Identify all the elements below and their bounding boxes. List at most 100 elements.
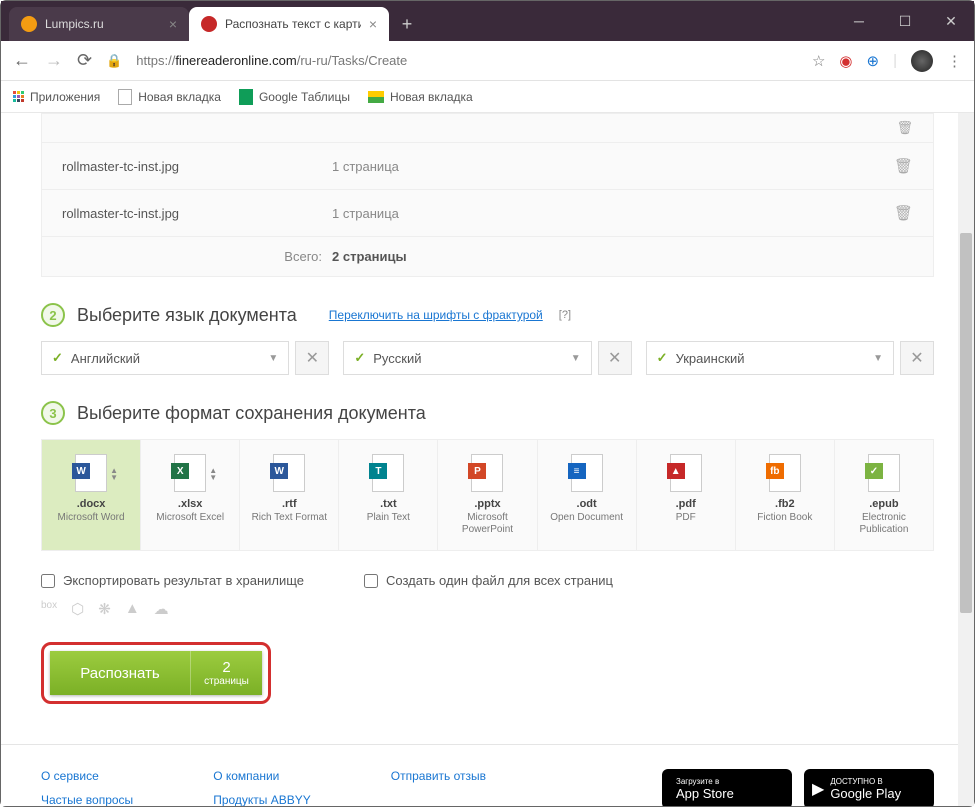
evernote-icon[interactable]: ❋	[98, 600, 111, 618]
close-icon[interactable]: ×	[369, 16, 377, 32]
language-select[interactable]: ✓Украинский▼	[646, 341, 894, 375]
language-select[interactable]: ✓Английский▼	[41, 341, 289, 375]
page-content: 🗑 rollmaster-tc-inst.jpg 1 страница 🗑 ro…	[1, 113, 974, 806]
profile-avatar[interactable]	[911, 50, 933, 72]
browser-tab-inactive[interactable]: Lumpics.ru ×	[9, 7, 189, 41]
format-name: Open Document	[542, 512, 632, 524]
star-icon[interactable]: ☆	[812, 52, 825, 70]
footer-link[interactable]: Отправить отзыв	[391, 769, 486, 783]
googleplay-button[interactable]: ▶ ДОСТУПНО ВGoogle Play	[804, 769, 934, 806]
play-icon: ▶	[812, 779, 824, 799]
extension-icon[interactable]: ◉	[839, 52, 852, 70]
box-icon[interactable]: box	[41, 600, 57, 618]
close-button[interactable]: ✕	[928, 1, 974, 41]
total-value: 2 страницы	[332, 249, 407, 264]
singlefile-checkbox[interactable]: Создать один файл для всех страниц	[364, 573, 613, 588]
file-name: rollmaster-tc-inst.jpg	[62, 159, 332, 174]
file-row: rollmaster-tc-inst.jpg 1 страница 🗑	[42, 190, 933, 237]
scrollbar[interactable]	[958, 113, 974, 806]
file-name: rollmaster-tc-inst.jpg	[62, 206, 332, 221]
format-option[interactable]: X▲▼ .xlsx Microsoft Excel	[141, 440, 240, 550]
format-name: Fiction Book	[740, 512, 830, 524]
format-grid: W▲▼ .docx Microsoft Word X▲▼ .xlsx Micro…	[41, 439, 934, 551]
image-icon	[368, 91, 384, 103]
format-option[interactable]: W▲▼ .docx Microsoft Word	[42, 440, 141, 550]
dropbox-icon[interactable]: ⬡	[71, 600, 84, 618]
delete-icon[interactable]: 🗑	[896, 120, 913, 136]
appstore-button[interactable]: Загрузите вApp Store	[662, 769, 792, 806]
url-input[interactable]: https://finereaderonline.com/ru-ru/Tasks…	[136, 53, 798, 68]
browser-tab-active[interactable]: Распознать текст с картинки он ×	[189, 7, 389, 41]
check-icon: ✓	[354, 350, 365, 366]
step-format: 3 Выберите формат сохранения документа W…	[41, 401, 934, 704]
fraktur-link[interactable]: Переключить на шрифты с фрактурой	[329, 308, 543, 322]
address-bar: ← → ⟳ 🔒 https://finereaderonline.com/ru-…	[1, 41, 974, 81]
scroll-thumb[interactable]	[960, 233, 972, 613]
format-icon: ▲	[670, 454, 702, 492]
back-button[interactable]: ←	[13, 50, 31, 71]
recognize-button[interactable]: Распознать 2 страницы	[50, 651, 262, 695]
extension-icon[interactable]: ⊕	[867, 52, 880, 70]
step-number: 2	[41, 303, 65, 327]
chevron-down-icon: ▼	[268, 353, 278, 364]
forward-button[interactable]: →	[45, 50, 63, 71]
format-name: PDF	[641, 512, 731, 524]
bookmark-item[interactable]: Google Таблицы	[239, 89, 350, 105]
file-list: 🗑 rollmaster-tc-inst.jpg 1 страница 🗑 ro…	[41, 113, 934, 277]
lock-icon: 🔒	[106, 53, 122, 69]
window-titlebar: Lumpics.ru × Распознать текст с картинки…	[1, 1, 974, 41]
format-name: Microsoft Word	[46, 512, 136, 524]
help-icon[interactable]: [?]	[559, 309, 571, 321]
total-label: Всего:	[62, 249, 332, 264]
file-pages: 1 страница	[332, 159, 399, 174]
format-option[interactable]: ✓ .epub Electronic Publication	[835, 440, 933, 550]
footer-link[interactable]: Частые вопросы	[41, 793, 133, 806]
format-option[interactable]: fb .fb2 Fiction Book	[736, 440, 835, 550]
footer-link[interactable]: О сервисе	[41, 769, 133, 783]
export-checkbox[interactable]: Экспортировать результат в хранилище	[41, 573, 304, 588]
format-name: Microsoft Excel	[145, 512, 235, 524]
format-option[interactable]: T .txt Plain Text	[339, 440, 438, 550]
format-ext: .rtf	[244, 498, 334, 510]
format-icon: W	[273, 454, 305, 492]
total-row: Всего: 2 страницы	[42, 237, 933, 276]
minimize-button[interactable]: ─	[836, 1, 882, 41]
clear-language-button[interactable]: ✕	[295, 341, 329, 375]
close-icon[interactable]: ×	[169, 16, 177, 32]
language-select[interactable]: ✓Русский▼	[343, 341, 591, 375]
bookmark-item[interactable]: Новая вкладка	[368, 90, 473, 104]
reload-button[interactable]: ⟳	[77, 50, 92, 71]
apps-button[interactable]: Приложения	[13, 90, 100, 104]
recognize-highlight: Распознать 2 страницы	[41, 642, 271, 704]
file-row: rollmaster-tc-inst.jpg 1 страница 🗑	[42, 143, 933, 190]
clear-language-button[interactable]: ✕	[900, 341, 934, 375]
check-icon: ✓	[657, 350, 668, 366]
format-option[interactable]: P .pptx Microsoft PowerPoint	[438, 440, 537, 550]
format-icon: P	[471, 454, 503, 492]
bookmarks-bar: Приложения Новая вкладка Google Таблицы …	[1, 81, 974, 113]
delete-icon[interactable]: 🗑	[894, 157, 913, 175]
format-option[interactable]: ▲ .pdf PDF	[637, 440, 736, 550]
delete-icon[interactable]: 🗑	[894, 204, 913, 222]
format-ext: .fb2	[740, 498, 830, 510]
language-name: Украинский	[676, 351, 745, 366]
format-option[interactable]: W .rtf Rich Text Format	[240, 440, 339, 550]
drive-icon[interactable]: ▲	[125, 600, 140, 618]
tab-title: Lumpics.ru	[45, 17, 104, 31]
format-ext: .odt	[542, 498, 632, 510]
menu-icon[interactable]: ⋮	[947, 52, 962, 70]
step-number: 3	[41, 401, 65, 425]
step-title: Выберите формат сохранения документа	[77, 403, 426, 424]
divider: |	[893, 52, 897, 69]
maximize-button[interactable]: ☐	[882, 1, 928, 41]
format-ext: .epub	[839, 498, 929, 510]
clear-language-button[interactable]: ✕	[598, 341, 632, 375]
footer-link[interactable]: Продукты ABBYY	[213, 793, 311, 806]
bookmark-item[interactable]: Новая вкладка	[118, 89, 221, 105]
onedrive-icon[interactable]: ☁	[154, 600, 169, 618]
format-icon: X▲▼	[174, 454, 206, 492]
new-tab-button[interactable]: +	[393, 10, 421, 38]
footer-link[interactable]: О компании	[213, 769, 311, 783]
footer-links: О сервисе Частые вопросы О компании Прод…	[1, 744, 974, 806]
format-option[interactable]: ≡ .odt Open Document	[538, 440, 637, 550]
